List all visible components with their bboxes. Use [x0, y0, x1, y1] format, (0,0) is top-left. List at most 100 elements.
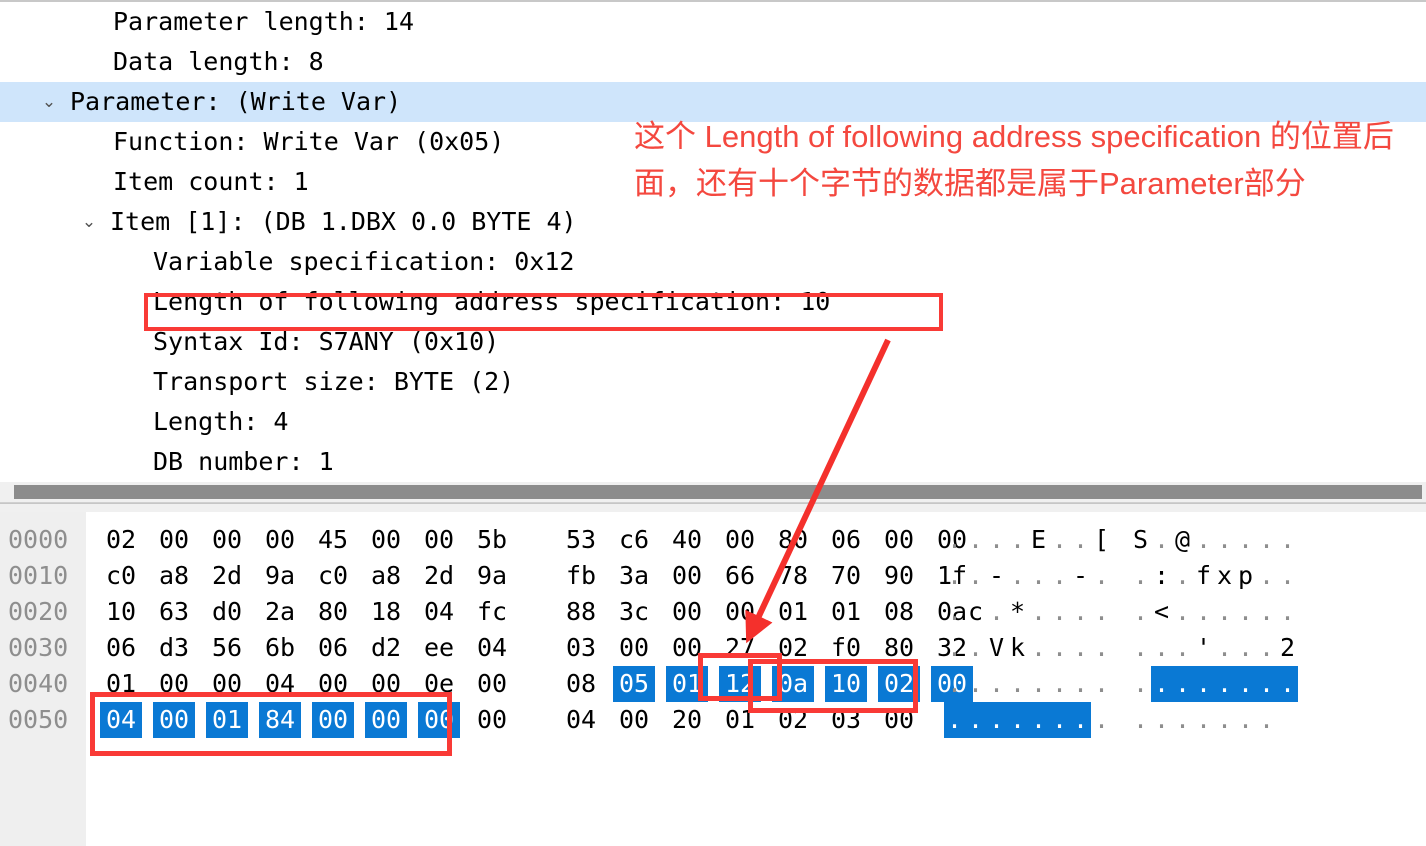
- ascii-char[interactable]: .: [1172, 630, 1193, 666]
- hex-byte[interactable]: 00: [418, 522, 460, 558]
- hex-byte[interactable]: 02: [772, 630, 814, 666]
- horizontal-scrollbar-thumb[interactable]: [14, 485, 1422, 499]
- ascii-char[interactable]: .: [1049, 666, 1070, 702]
- hex-byte[interactable]: 00: [259, 522, 301, 558]
- ascii-char[interactable]: .: [1235, 666, 1256, 702]
- ascii-char[interactable]: .: [1235, 702, 1256, 738]
- hex-byte[interactable]: 00: [312, 666, 354, 702]
- hex-byte[interactable]: 00: [666, 594, 708, 630]
- hex-byte[interactable]: fb: [560, 558, 602, 594]
- tree-row-transport-size[interactable]: Transport size: BYTE (2): [0, 362, 1426, 402]
- hex-byte[interactable]: 84: [259, 702, 301, 738]
- hex-byte[interactable]: 00: [878, 522, 920, 558]
- hex-dump-pane[interactable]: 0000 02 00 00 00 45 00 00 5b 53 c6 40 00 80 06 00 00....…: [0, 512, 1426, 846]
- ascii-char[interactable]: .: [1256, 666, 1277, 702]
- packet-detail-pane[interactable]: Parameter length: 14 Data length: 8 ⌄ Param…: [0, 0, 1426, 480]
- ascii-char[interactable]: .: [1172, 594, 1193, 630]
- hex-byte[interactable]: 05: [613, 666, 655, 702]
- hex-byte[interactable]: 00: [613, 702, 655, 738]
- ascii-char[interactable]: .: [1130, 666, 1151, 702]
- ascii-char[interactable]: :: [1151, 558, 1172, 594]
- ascii-char[interactable]: .: [1028, 702, 1049, 738]
- hex-byte[interactable]: 00: [666, 558, 708, 594]
- ascii-char[interactable]: .: [1130, 630, 1151, 666]
- hex-byte[interactable]: ee: [418, 630, 460, 666]
- hex-byte[interactable]: 10: [825, 666, 867, 702]
- ascii-char[interactable]: .: [1151, 522, 1172, 558]
- ascii-char[interactable]: .: [986, 666, 1007, 702]
- tree-row-data-length[interactable]: Data length: 8: [0, 42, 1426, 82]
- ascii-char[interactable]: .: [944, 666, 965, 702]
- ascii-char[interactable]: .: [1193, 594, 1214, 630]
- ascii-char[interactable]: .: [1193, 702, 1214, 738]
- ascii-char[interactable]: .: [1070, 522, 1091, 558]
- hex-byte[interactable]: f0: [825, 630, 867, 666]
- chevron-down-icon[interactable]: ⌄: [78, 202, 100, 242]
- hex-byte[interactable]: 6b: [259, 630, 301, 666]
- ascii-char[interactable]: .: [965, 666, 986, 702]
- hex-row[interactable]: 0040 01 00 00 04 00 00 0e 00 08 05 01 12 0a 10 02 00....…: [0, 666, 1426, 702]
- hex-row[interactable]: 0000 02 00 00 00 45 00 00 5b 53 c6 40 00 80 06 00 00....…: [0, 522, 1426, 558]
- hex-byte[interactable]: 03: [825, 702, 867, 738]
- hex-byte[interactable]: 01: [719, 702, 761, 738]
- ascii-char[interactable]: .: [986, 594, 1007, 630]
- ascii-char[interactable]: .: [1049, 630, 1070, 666]
- ascii-char[interactable]: .: [1277, 558, 1298, 594]
- ascii-char[interactable]: .: [1070, 702, 1091, 738]
- ascii-char[interactable]: .: [1235, 522, 1256, 558]
- hex-byte[interactable]: 08: [560, 666, 602, 702]
- ascii-char[interactable]: .: [1256, 594, 1277, 630]
- tree-row-syntax-id[interactable]: Syntax Id: S7ANY (0x10): [0, 322, 1426, 362]
- ascii-char[interactable]: .: [1007, 702, 1028, 738]
- ascii-char[interactable]: 2: [1277, 630, 1298, 666]
- ascii-char[interactable]: <: [1151, 594, 1172, 630]
- ascii-char[interactable]: .: [1193, 522, 1214, 558]
- ascii-char[interactable]: .: [944, 630, 965, 666]
- tree-row-length[interactable]: Length: 4: [0, 402, 1426, 442]
- ascii-char[interactable]: .: [1028, 630, 1049, 666]
- ascii-char[interactable]: .: [1130, 594, 1151, 630]
- ascii-char[interactable]: .: [1151, 666, 1172, 702]
- hex-byte[interactable]: 0e: [418, 666, 460, 702]
- ascii-char[interactable]: .: [944, 594, 965, 630]
- hex-byte[interactable]: 00: [471, 702, 513, 738]
- ascii-char[interactable]: .: [1256, 630, 1277, 666]
- ascii-char[interactable]: .: [1256, 558, 1277, 594]
- ascii-char[interactable]: .: [1151, 630, 1172, 666]
- ascii-char[interactable]: -: [1070, 558, 1091, 594]
- horizontal-scrollbar-track[interactable]: [0, 482, 1426, 503]
- hex-byte[interactable]: 00: [418, 702, 460, 738]
- ascii-char[interactable]: .: [1007, 522, 1028, 558]
- hex-byte[interactable]: d3: [153, 630, 195, 666]
- hex-byte[interactable]: 45: [312, 522, 354, 558]
- tree-row-variable-spec[interactable]: Variable specification: 0x12: [0, 242, 1426, 282]
- hex-byte[interactable]: 80: [878, 630, 920, 666]
- ascii-char[interactable]: .: [1091, 630, 1112, 666]
- hex-byte[interactable]: 08: [878, 594, 920, 630]
- ascii-char[interactable]: S: [1130, 522, 1151, 558]
- ascii-char[interactable]: .: [965, 702, 986, 738]
- ascii-char[interactable]: .: [1070, 594, 1091, 630]
- hex-byte[interactable]: 00: [365, 522, 407, 558]
- tree-row-db-number[interactable]: DB number: 1: [0, 442, 1426, 480]
- hex-byte[interactable]: 20: [666, 702, 708, 738]
- ascii-char[interactable]: .: [1235, 594, 1256, 630]
- hex-byte[interactable]: 04: [560, 702, 602, 738]
- chevron-down-icon[interactable]: ⌄: [38, 82, 60, 122]
- hex-byte[interactable]: d2: [365, 630, 407, 666]
- hex-byte[interactable]: 88: [560, 594, 602, 630]
- ascii-char[interactable]: .: [1214, 630, 1235, 666]
- ascii-char[interactable]: [: [1091, 522, 1112, 558]
- hex-byte[interactable]: 78: [772, 558, 814, 594]
- hex-byte[interactable]: 01: [206, 702, 248, 738]
- hex-byte[interactable]: 18: [365, 594, 407, 630]
- hex-byte[interactable]: 06: [825, 522, 867, 558]
- ascii-char[interactable]: .: [1151, 702, 1172, 738]
- ascii-char[interactable]: .: [1091, 666, 1112, 702]
- hex-byte[interactable]: 06: [100, 630, 142, 666]
- hex-byte[interactable]: 00: [312, 702, 354, 738]
- hex-byte[interactable]: 01: [100, 666, 142, 702]
- ascii-char[interactable]: .: [1091, 594, 1112, 630]
- hex-row[interactable]: 0020 10 63 d0 2a 80 18 04 fc 88 3c 00 00 01 01 08 0a. c. *…: [0, 594, 1426, 630]
- hex-byte[interactable]: 04: [100, 702, 142, 738]
